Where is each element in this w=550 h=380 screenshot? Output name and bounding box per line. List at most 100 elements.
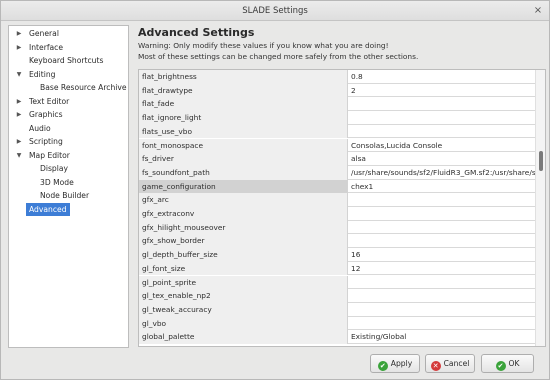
setting-value[interactable]: Existing/Global <box>348 330 536 344</box>
setting-value[interactable]: /usr/share/sounds/sf2/FluidR3_GM.sf2:/us… <box>348 166 536 180</box>
tree-item-label: Scripting <box>29 137 63 146</box>
setting-key: gl_point_sprite <box>139 275 348 290</box>
setting-value[interactable] <box>348 317 536 331</box>
tree-item-graphics[interactable]: ▶ Graphics <box>9 108 128 122</box>
setting-key: font_monospace <box>139 138 348 153</box>
tree-item-scripting[interactable]: ▶ Scripting <box>9 135 128 149</box>
expand-arrow-open-icon[interactable]: ▼ <box>15 68 23 82</box>
table-row[interactable]: game_configuration chex1 <box>139 179 536 194</box>
setting-value[interactable]: 2 <box>348 84 536 98</box>
setting-key: flat_ignore_light <box>139 111 348 125</box>
advanced-settings-table: flat_brightness 0.8 flat_drawtype 2 flat_fad… <box>138 69 546 347</box>
setting-key: flat_brightness <box>139 70 348 84</box>
tree-item-display[interactable]: Display <box>9 162 128 176</box>
setting-value[interactable]: 12 <box>348 262 536 276</box>
setting-key: game_configuration <box>139 179 348 194</box>
setting-key: global_palette <box>139 330 348 344</box>
table-row[interactable]: fs_driver alsa <box>139 152 536 166</box>
cancel-button-label: Cancel <box>443 359 470 368</box>
tree-item-label: Keyboard Shortcuts <box>29 56 104 65</box>
setting-value[interactable]: chex1 <box>348 180 536 194</box>
table-row[interactable]: gfx_hilight_mouseover <box>139 220 536 235</box>
table-row[interactable]: gfx_arc <box>139 193 536 207</box>
apply-button[interactable]: ✔ Apply <box>370 354 420 373</box>
warning-text-line1: Warning: Only modify these values if you… <box>138 41 389 50</box>
setting-value[interactable] <box>348 193 536 207</box>
table-row[interactable]: gfx_show_border <box>139 234 536 249</box>
table-row[interactable]: flats_use_vbo <box>139 124 536 139</box>
tree-item-label: Interface <box>29 42 63 52</box>
settings-window: SLADE Settings × ▶ General ▶ Interface Keybo… <box>0 0 550 380</box>
setting-value[interactable] <box>348 303 536 317</box>
setting-key: fs_driver <box>139 152 348 166</box>
tree-item-label: Advanced <box>26 202 70 216</box>
settings-category-tree: ▶ General ▶ Interface Keyboard Shortcuts ▼ Edi… <box>8 25 129 348</box>
tree-item-label: Graphics <box>29 110 63 119</box>
tree-item-general[interactable]: ▶ General <box>9 27 128 41</box>
table-row[interactable]: flat_drawtype 2 <box>139 83 536 98</box>
setting-key: flat_fade <box>139 97 348 112</box>
table-row[interactable]: flat_fade <box>139 97 536 112</box>
tree-item-label: 3D Mode <box>40 177 74 187</box>
close-icon[interactable]: × <box>531 4 545 18</box>
check-icon: ✔ <box>377 361 388 371</box>
expand-arrow-open-icon[interactable]: ▼ <box>15 149 23 163</box>
table-row[interactable]: gl_depth_buffer_size 16 <box>139 248 536 262</box>
setting-value[interactable] <box>348 125 536 139</box>
tree-item-keyboard-shortcuts[interactable]: Keyboard Shortcuts <box>9 54 128 68</box>
tree-item-label: Base Resource Archive <box>40 83 127 92</box>
tree-item-editing[interactable]: ▼ Editing <box>9 68 128 82</box>
tree-item-base-resource-archive[interactable]: Base Resource Archive <box>9 81 128 95</box>
setting-value[interactable] <box>348 221 536 235</box>
cancel-button[interactable]: ✕ Cancel <box>425 354 475 373</box>
tree-item-audio[interactable]: Audio <box>9 122 128 136</box>
tree-item-node-builder[interactable]: Node Builder <box>9 189 128 203</box>
setting-value[interactable]: 0.8 <box>348 70 536 84</box>
window-title: SLADE Settings <box>242 6 308 16</box>
table-row[interactable]: gfx_extraconv <box>139 207 536 221</box>
expand-arrow-icon[interactable]: ▶ <box>15 95 23 109</box>
table-row[interactable]: gl_vbo <box>139 316 536 331</box>
setting-value[interactable] <box>348 276 536 290</box>
table-row[interactable]: global_palette Existing/Global <box>139 330 536 344</box>
setting-value[interactable] <box>348 207 536 221</box>
setting-value[interactable] <box>348 289 536 303</box>
setting-value[interactable] <box>348 111 536 125</box>
tree-item-advanced[interactable]: Advanced <box>9 202 128 216</box>
vertical-scrollbar[interactable] <box>535 70 545 346</box>
title-bar: SLADE Settings × <box>1 1 549 21</box>
setting-key: gfx_arc <box>139 193 348 207</box>
setting-value[interactable]: 16 <box>348 248 536 262</box>
setting-key: gl_font_size <box>139 261 348 276</box>
ok-button[interactable]: ✔ OK <box>481 354 534 373</box>
table-row[interactable]: fs_soundfont_path/usr/share/sounds/sf2/F… <box>139 165 536 180</box>
tree-item-label: Audio <box>29 123 51 133</box>
tree-item-label: Text Editor <box>29 96 70 106</box>
setting-value[interactable]: alsa <box>348 152 536 166</box>
setting-key: gl_vbo <box>139 316 348 331</box>
table-row[interactable]: font_monospace Consolas,Lucida Console <box>139 138 536 153</box>
setting-value[interactable]: Consolas,Lucida Console <box>348 139 536 153</box>
table-row[interactable]: gl_font_size 12 <box>139 261 536 276</box>
table-row[interactable]: gl_point_sprite <box>139 275 536 290</box>
table-row[interactable]: flat_ignore_light <box>139 111 536 125</box>
expand-arrow-icon[interactable]: ▶ <box>15 108 23 122</box>
tree-item-map-editor[interactable]: ▼ Map Editor <box>9 149 128 163</box>
tree-item-interface[interactable]: ▶ Interface <box>9 41 128 55</box>
table-row[interactable]: gl_tex_enable_np2 <box>139 289 536 303</box>
tree-item-text-editor[interactable]: ▶ Text Editor <box>9 95 128 109</box>
setting-value[interactable] <box>348 97 536 111</box>
expand-arrow-icon[interactable]: ▶ <box>15 135 23 149</box>
setting-key: flats_use_vbo <box>139 124 348 139</box>
cancel-icon: ✕ <box>430 361 441 371</box>
table-row[interactable]: gl_tweak_accuracy <box>139 302 536 317</box>
ok-button-label: OK <box>508 359 520 368</box>
setting-key: flat_drawtype <box>139 83 348 98</box>
setting-value[interactable] <box>348 234 536 248</box>
tree-item-3d-mode[interactable]: 3D Mode <box>9 176 128 190</box>
expand-arrow-icon[interactable]: ▶ <box>15 41 23 55</box>
scrollbar-thumb[interactable] <box>539 151 543 171</box>
table-row[interactable]: flat_brightness 0.8 <box>139 70 536 84</box>
expand-arrow-icon[interactable]: ▶ <box>15 27 23 41</box>
apply-button-label: Apply <box>390 359 413 368</box>
